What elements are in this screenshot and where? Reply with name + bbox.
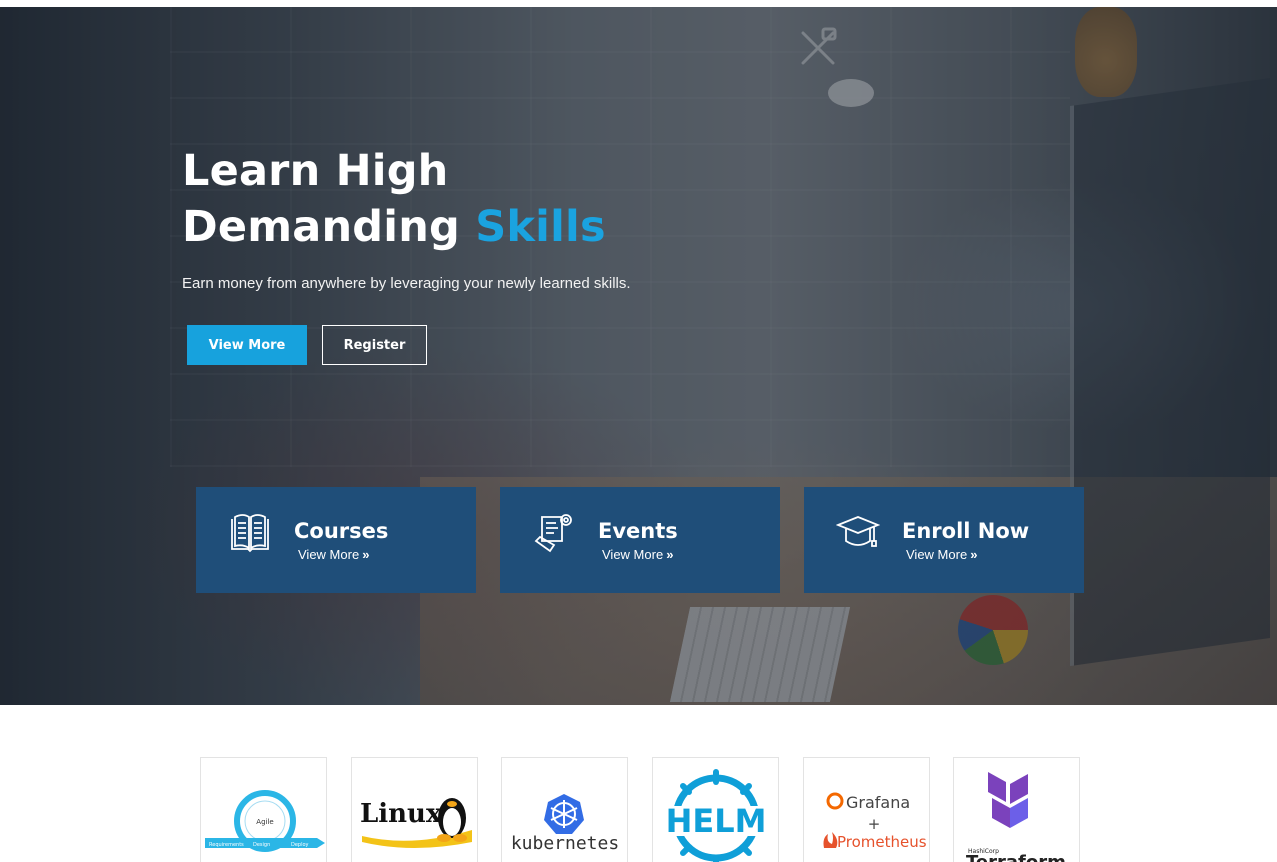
svg-text:Linux: Linux [360,799,442,829]
helm-wheel-icon: HELM [665,769,768,862]
kubernetes-helm-wheel-icon: kubernetes [511,794,619,854]
enroll-card-title: Enroll Now [902,519,1030,543]
hero-banner: Learn High Demanding Skills Earn money f… [0,7,1277,705]
double-chevron-right-icon: » [666,547,674,562]
courses-view-more-link[interactable]: View More» [298,547,369,562]
view-more-button[interactable]: View More [187,325,307,365]
courses-link-label: View More [298,547,360,562]
events-view-more-link[interactable]: View More» [602,547,673,562]
helm-logo-tile[interactable]: HELM [652,757,779,862]
tux-penguin-icon: Linux [360,798,472,848]
svg-text:Design: Design [253,842,270,848]
hero-title-line1: Learn High [182,146,449,196]
open-book-icon [231,514,269,553]
double-chevron-right-icon: » [970,547,978,562]
linux-logo-tile[interactable]: Linux [351,757,478,862]
kubernetes-logo-tile[interactable]: kubernetes [501,757,628,862]
hero-title-line2: Demanding [182,202,476,252]
svg-text:Terraform: Terraform [966,852,1066,862]
events-card[interactable]: Events View More» [500,487,780,593]
svg-text:kubernetes: kubernetes [511,833,619,854]
enroll-card[interactable]: Enroll Now View More» [804,487,1084,593]
courses-card[interactable]: Courses View More» [196,487,476,593]
register-button[interactable]: Register [322,325,427,365]
grafana-prometheus-icon: Grafana + Prometheus [823,792,927,851]
double-chevron-right-icon: » [362,547,370,562]
svg-text:Deploy: Deploy [291,842,309,848]
hero-title-accent: Skills [475,202,606,252]
svg-text:Grafana: Grafana [846,793,910,812]
grafana-prometheus-logo-tile[interactable]: Grafana + Prometheus [803,757,930,862]
hero-title: Learn High Demanding Skills [182,143,606,255]
svg-text:+: + [868,815,881,833]
events-card-title: Events [598,519,678,543]
svg-text:HELM: HELM [666,802,767,840]
agile-logo-tile[interactable]: Agile Requirements Design Deploy [200,757,327,862]
graduation-cap-icon [836,516,880,547]
enroll-view-more-link[interactable]: View More» [906,547,977,562]
certificate-icon [534,514,572,553]
agile-cycle-icon: Agile Requirements Design Deploy [205,790,325,852]
svg-text:Prometheus: Prometheus [837,833,927,851]
events-link-label: View More [602,547,664,562]
terraform-blocks-icon: HashiCorp Terraform [966,772,1066,862]
svg-text:Requirements: Requirements [209,842,244,848]
enroll-link-label: View More [906,547,968,562]
svg-text:Agile: Agile [256,818,273,826]
hero-subtitle: Earn money from anywhere by leveraging y… [182,275,631,292]
courses-card-title: Courses [294,519,389,543]
terraform-logo-tile[interactable]: HashiCorp Terraform [953,757,1080,862]
